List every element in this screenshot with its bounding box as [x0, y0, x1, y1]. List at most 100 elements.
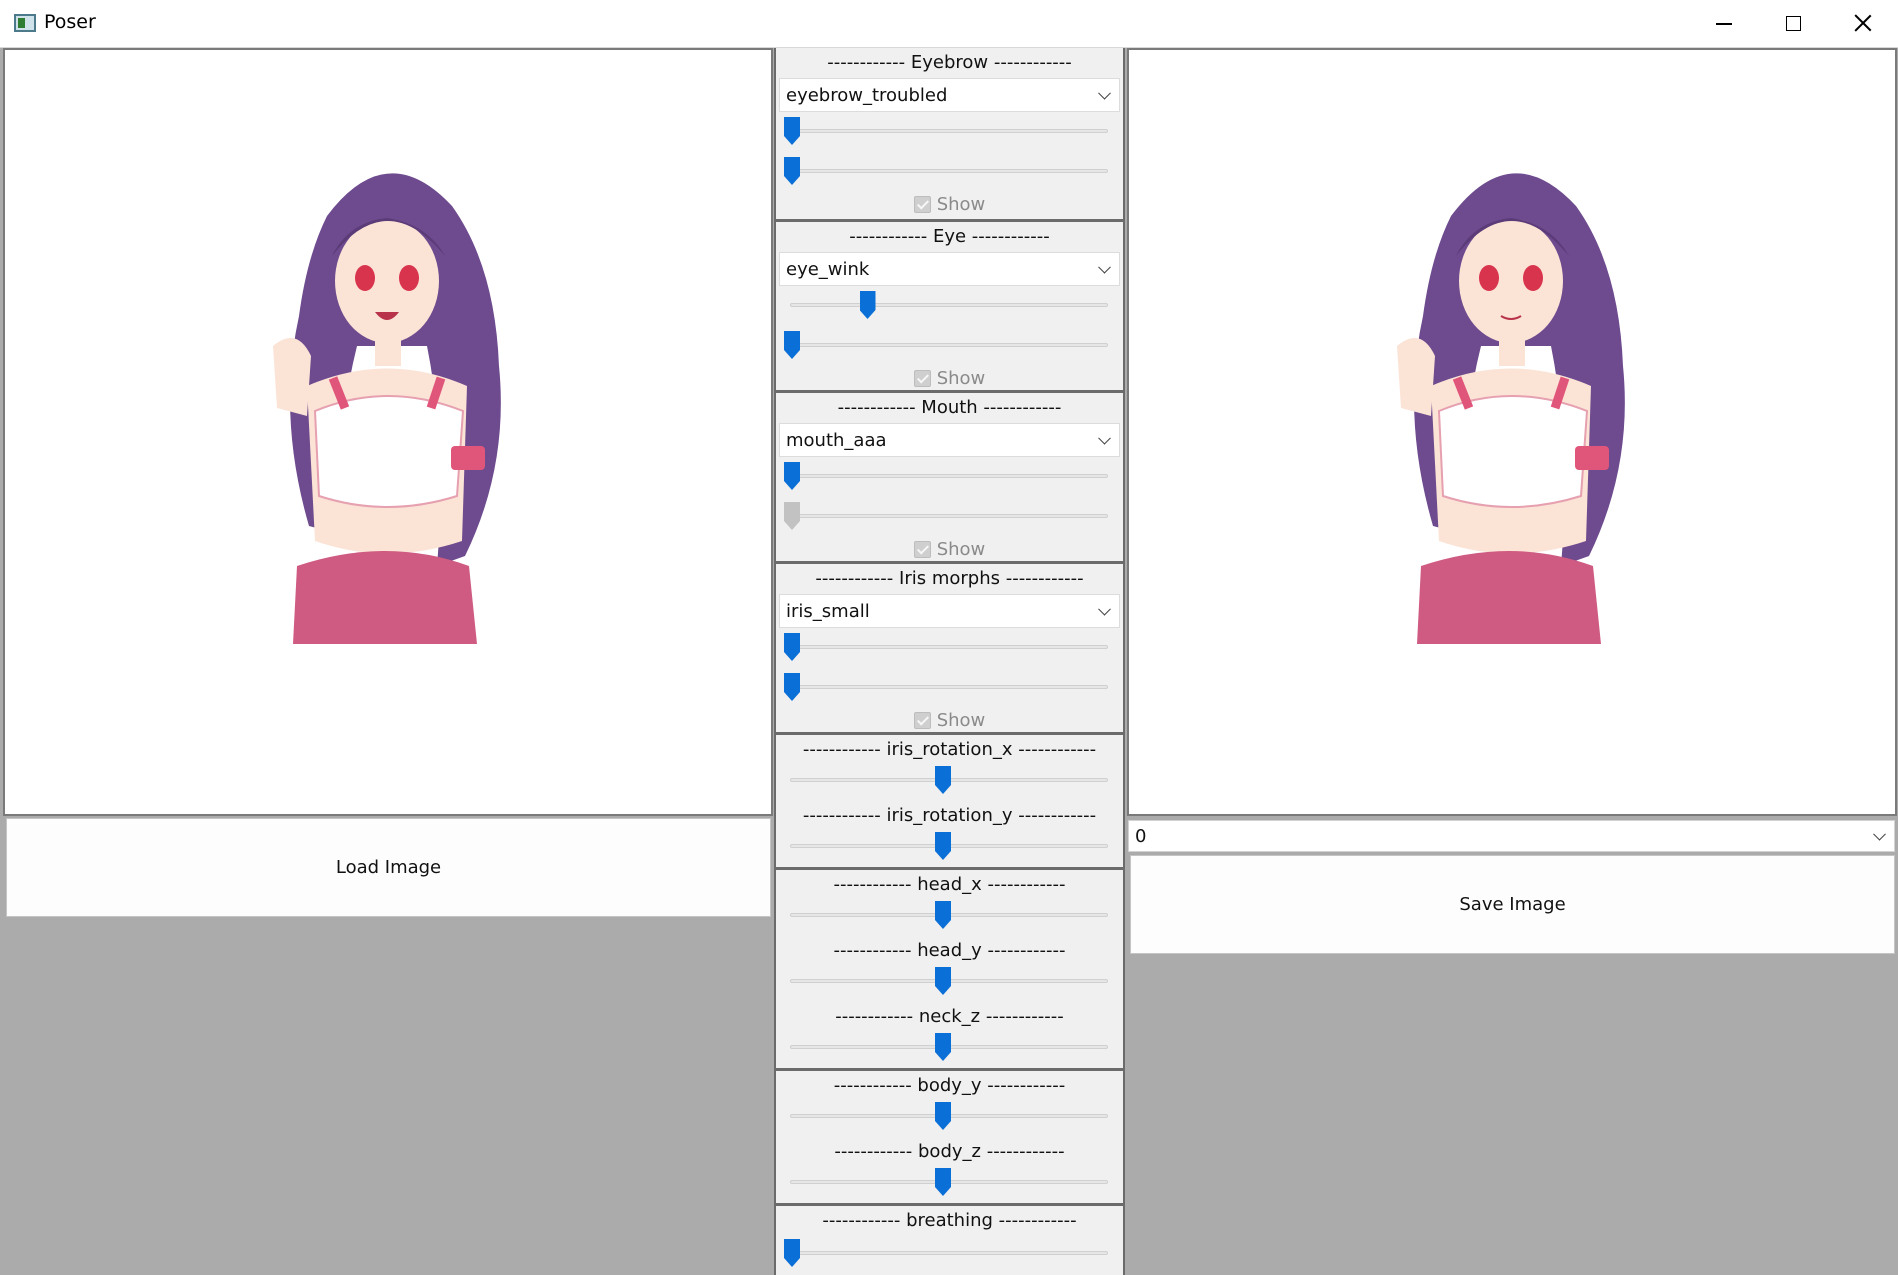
eye-select[interactable]: eye_wink: [779, 252, 1120, 286]
eye-group: ------------ Eye ------------ eye_wink S…: [776, 219, 1123, 391]
head-x-slider[interactable]: [790, 900, 1108, 930]
iris-morphs-group: ------------ Iris morphs ------------ ir…: [776, 561, 1123, 733]
close-icon: [1854, 14, 1872, 32]
eye-right-slider[interactable]: [784, 330, 1108, 360]
slider-thumb[interactable]: [784, 673, 800, 701]
close-button[interactable]: [1828, 0, 1898, 46]
slider-thumb[interactable]: [935, 1168, 951, 1196]
slider-thumb[interactable]: [859, 291, 876, 319]
slider-thumb[interactable]: [784, 1239, 800, 1267]
slider-track: [790, 343, 1108, 347]
checkbox-checked-icon: [913, 370, 931, 387]
breathing-slider[interactable]: [784, 1238, 1108, 1268]
output-index-select[interactable]: 0: [1128, 820, 1895, 852]
output-image-panel: [1127, 48, 1897, 816]
output-index-value: 0: [1135, 825, 1147, 847]
iris-rotation-y-label: ------------ iris_rotation_y -----------…: [802, 805, 1097, 826]
mouth-select-value: mouth_aaa: [786, 429, 887, 451]
input-character-image: [273, 173, 501, 644]
checkbox-checked-icon: [913, 196, 931, 213]
slider-thumb: [784, 502, 800, 530]
body-group: ------------ body_y ------------ -------…: [776, 1068, 1123, 1204]
checkbox-checked-icon: [913, 712, 931, 729]
chevron-down-icon: [1098, 431, 1111, 445]
iris-rotation-x-label: ------------ iris_rotation_x -----------…: [802, 739, 1097, 760]
eye-header: ------------ Eye ------------: [849, 226, 1050, 247]
chevron-down-icon: [1098, 260, 1111, 274]
slider-thumb[interactable]: [784, 462, 800, 490]
iris-rotation-group: ------------ iris_rotation_x -----------…: [776, 732, 1123, 868]
save-image-button[interactable]: Save Image: [1130, 855, 1895, 954]
chevron-down-icon: [1098, 602, 1111, 616]
slider-thumb[interactable]: [935, 967, 951, 995]
slider-thumb[interactable]: [935, 766, 951, 794]
mouth-group: ------------ Mouth ------------ mouth_aa…: [776, 390, 1123, 562]
head-y-label: ------------ head_y ------------: [833, 940, 1066, 961]
slider-track: [790, 645, 1108, 649]
input-image-panel: [3, 48, 773, 816]
iris-morphs-header: ------------ Iris morphs ------------: [815, 568, 1084, 589]
iris-rotation-y-slider[interactable]: [790, 831, 1108, 861]
breathing-group: ------------ breathing ------------: [776, 1203, 1123, 1275]
iris-morphs-select-value: iris_small: [786, 600, 870, 622]
eyebrow-select[interactable]: eyebrow_troubled: [779, 78, 1120, 112]
slider-track: [790, 514, 1108, 518]
pose-control-panel: ------------ Eyebrow ------------ eyebro…: [774, 48, 1125, 1275]
eyebrow-show-label: Show: [936, 194, 986, 215]
slider-thumb[interactable]: [935, 901, 951, 929]
iris-rotation-x-slider[interactable]: [790, 765, 1108, 795]
slider-thumb[interactable]: [784, 117, 800, 145]
iris-morphs-select[interactable]: iris_small: [779, 594, 1120, 628]
mouth-select[interactable]: mouth_aaa: [779, 423, 1120, 457]
load-image-button[interactable]: Load Image: [6, 818, 771, 917]
maximize-icon: [1786, 16, 1801, 31]
slider-thumb[interactable]: [784, 157, 800, 185]
mouth-right-slider: [784, 501, 1108, 531]
head-y-slider[interactable]: [790, 966, 1108, 996]
output-character-image: [1397, 173, 1625, 644]
slider-thumb[interactable]: [935, 1033, 951, 1061]
minimize-button[interactable]: [1688, 0, 1758, 46]
mouth-show-checkbox: Show: [776, 539, 1123, 560]
slider-track: [790, 303, 1108, 307]
body-y-slider[interactable]: [790, 1101, 1108, 1131]
eyebrow-left-slider[interactable]: [784, 116, 1108, 146]
iris-morphs-show-checkbox: Show: [776, 710, 1123, 731]
minimize-icon: [1716, 23, 1732, 25]
eye-show-checkbox: Show: [776, 368, 1123, 389]
mouth-header: ------------ Mouth ------------: [837, 397, 1062, 418]
chevron-down-icon: [1098, 86, 1111, 100]
mouth-left-slider[interactable]: [784, 461, 1108, 491]
iris-left-slider[interactable]: [784, 632, 1108, 662]
eyebrow-header: ------------ Eyebrow ------------: [827, 52, 1072, 73]
eye-show-label: Show: [936, 368, 986, 389]
slider-track: [790, 1251, 1108, 1255]
neck-z-slider[interactable]: [790, 1032, 1108, 1062]
iris-morphs-show-label: Show: [936, 710, 986, 731]
slider-thumb[interactable]: [935, 832, 951, 860]
breathing-label: ------------ breathing ------------: [822, 1210, 1077, 1231]
app-icon: [14, 14, 36, 32]
eye-select-value: eye_wink: [786, 258, 870, 280]
slider-track: [790, 685, 1108, 689]
slider-thumb[interactable]: [784, 331, 800, 359]
body-z-slider[interactable]: [790, 1167, 1108, 1197]
iris-right-slider[interactable]: [784, 672, 1108, 702]
head-group: ------------ head_x ------------ -------…: [776, 867, 1123, 1069]
body-z-label: ------------ body_z ------------: [834, 1141, 1065, 1162]
eyebrow-group: ------------ Eyebrow ------------ eyebro…: [776, 48, 1123, 220]
neck-z-label: ------------ neck_z ------------: [835, 1006, 1064, 1027]
window-title: Poser: [44, 11, 96, 33]
head-x-label: ------------ head_x ------------: [833, 874, 1066, 895]
slider-track: [790, 474, 1108, 478]
slider-thumb[interactable]: [784, 633, 800, 661]
checkbox-checked-icon: [913, 541, 931, 558]
eyebrow-right-slider[interactable]: [784, 156, 1108, 186]
eye-left-slider[interactable]: [790, 290, 1108, 320]
eyebrow-show-checkbox: Show: [776, 194, 1123, 215]
body-y-label: ------------ body_y ------------: [833, 1075, 1066, 1096]
slider-track: [790, 169, 1108, 173]
maximize-button[interactable]: [1758, 0, 1828, 46]
title-bar: Poser: [0, 0, 1898, 48]
slider-thumb[interactable]: [935, 1102, 951, 1130]
